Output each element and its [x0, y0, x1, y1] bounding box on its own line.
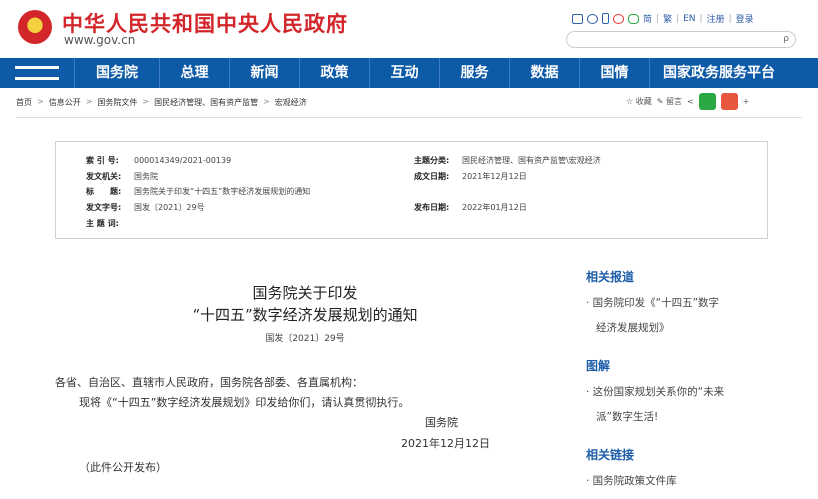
nav-item-news[interactable]: 新闻 [230, 58, 300, 88]
illustration-link[interactable]: · 这份国家规划关系你的“未来 [586, 384, 724, 399]
nav-item-service-platform[interactable]: 国家政务服务平台 [650, 58, 788, 88]
wechat-share-icon[interactable] [698, 93, 716, 110]
article-title-line1: 国务院关于印发 [252, 284, 358, 302]
breadcrumb-separator: > [142, 97, 150, 106]
nav-item-policy[interactable]: 政策 [300, 58, 370, 88]
article-note: （此件公开发布） [79, 461, 167, 474]
related-links-heading: 相关链接 [586, 448, 635, 462]
nav-item-premier[interactable]: 总理 [160, 58, 230, 88]
nav-item-interaction[interactable]: 互动 [370, 58, 440, 88]
breadcrumb-separator: > [37, 97, 44, 106]
nav-item-service[interactable]: 服务 [440, 58, 510, 88]
document-info-box: 索 引 号: 000014349/2021-00139 主题分类: 国民经济管理、国… [55, 141, 768, 239]
illustration-heading: 图解 [586, 359, 611, 373]
rss-icon[interactable] [587, 13, 598, 24]
article-title-line2: “十四五”数字经济发展规划的通知 [192, 306, 418, 324]
related-report-link-cont[interactable]: 经济发展规划》 [596, 320, 670, 335]
index-field: 索 引 号: 000014349/2021-00139 [86, 156, 232, 165]
search-icon[interactable]: ρ [783, 34, 789, 44]
breadcrumb-state-council-docs[interactable]: 国务院文件 [97, 97, 137, 108]
nav-item-data[interactable]: 数据 [510, 58, 580, 88]
search-input[interactable]: ρ [566, 31, 796, 48]
issuer-field: 发文机关: 国务院 [86, 172, 158, 181]
article-date: 2021年12月12日 [401, 437, 490, 450]
doc-number-field: 发文字号: 国发〔2021〕29号 [86, 203, 205, 212]
site-header: 中华人民共和国中央人民政府 www.gov.cn 简 | 繁 | EN | 注册… [0, 0, 818, 58]
published-date-field: 发布日期: 2022年01月12日 [414, 203, 527, 212]
article-body: 现将《“十四五”数字经济发展规划》印发给你们，请认真贯彻执行。 [79, 396, 410, 409]
title-field: 标 题: 国务院关于印发“十四五”数字经济发展规划的通知 [86, 187, 311, 196]
article-signature: 国务院 [425, 416, 458, 429]
article-doc-number: 国发〔2021〕29号 [265, 334, 345, 344]
related-reports-heading: 相关报道 [586, 270, 635, 284]
favorite-button[interactable]: ☆ 收藏 [626, 96, 652, 107]
register-link[interactable]: 注册 [707, 12, 725, 25]
divider [16, 117, 802, 118]
national-emblem-icon[interactable] [18, 10, 52, 44]
breadcrumb-economy-management[interactable]: 国民经济管理、国有资产监管 [154, 97, 258, 108]
mobile-icon[interactable] [602, 13, 609, 24]
share-bar: ☆ 收藏 ✎ 留言 < + [626, 93, 749, 110]
top-toolbar: 简 | 繁 | EN | 注册 | 登录 [572, 12, 754, 25]
breadcrumb-home[interactable]: 首页 [16, 97, 32, 108]
breadcrumb-macro-economy[interactable]: 宏观经济 [275, 97, 307, 108]
policy-library-link[interactable]: · 国务院政策文件库 [586, 473, 677, 488]
related-report-link[interactable]: · 国务院印发《“十四五”数字 [586, 295, 719, 310]
weibo-icon[interactable] [613, 13, 624, 24]
category-field: 主题分类: 国民经济管理、国有资产监管\宏观经济 [414, 156, 601, 165]
breadcrumb-separator: > [85, 97, 93, 106]
lang-simplified-link[interactable]: 简 [643, 12, 652, 25]
weibo-share-icon[interactable] [720, 93, 738, 110]
breadcrumb: 首页 > 信息公开 > 国务院文件 > 国民经济管理、国有资产监管 > 宏观经济 [16, 97, 307, 108]
tiananmen-logo-icon[interactable] [0, 58, 75, 88]
created-date-field: 成文日期: 2021年12月12日 [414, 172, 527, 181]
site-url[interactable]: www.gov.cn [64, 33, 135, 47]
login-link[interactable]: 登录 [736, 12, 754, 25]
breadcrumb-separator: > [263, 97, 270, 106]
keywords-field: 主 题 词: [86, 219, 119, 228]
illustration-link-cont[interactable]: 派”数字生活! [596, 409, 658, 424]
nav-item-national-info[interactable]: 国情 [580, 58, 650, 88]
main-nav: 国务院 总理 新闻 政策 互动 服务 数据 国情 国家政务服务平台 [0, 58, 818, 88]
share-icon[interactable]: < [687, 97, 694, 106]
lang-traditional-link[interactable]: 繁 [663, 12, 672, 25]
more-share-icon[interactable]: + [743, 97, 750, 106]
breadcrumb-info-disclosure[interactable]: 信息公开 [49, 97, 81, 108]
lang-en-link[interactable]: EN [683, 14, 695, 24]
comment-button[interactable]: ✎ 留言 [657, 96, 682, 107]
mail-icon[interactable] [572, 13, 583, 24]
wechat-icon[interactable] [628, 13, 639, 24]
nav-item-state-council[interactable]: 国务院 [75, 58, 160, 88]
article-salutation: 各省、自治区、直辖市人民政府，国务院各部委、各直属机构： [55, 376, 363, 389]
